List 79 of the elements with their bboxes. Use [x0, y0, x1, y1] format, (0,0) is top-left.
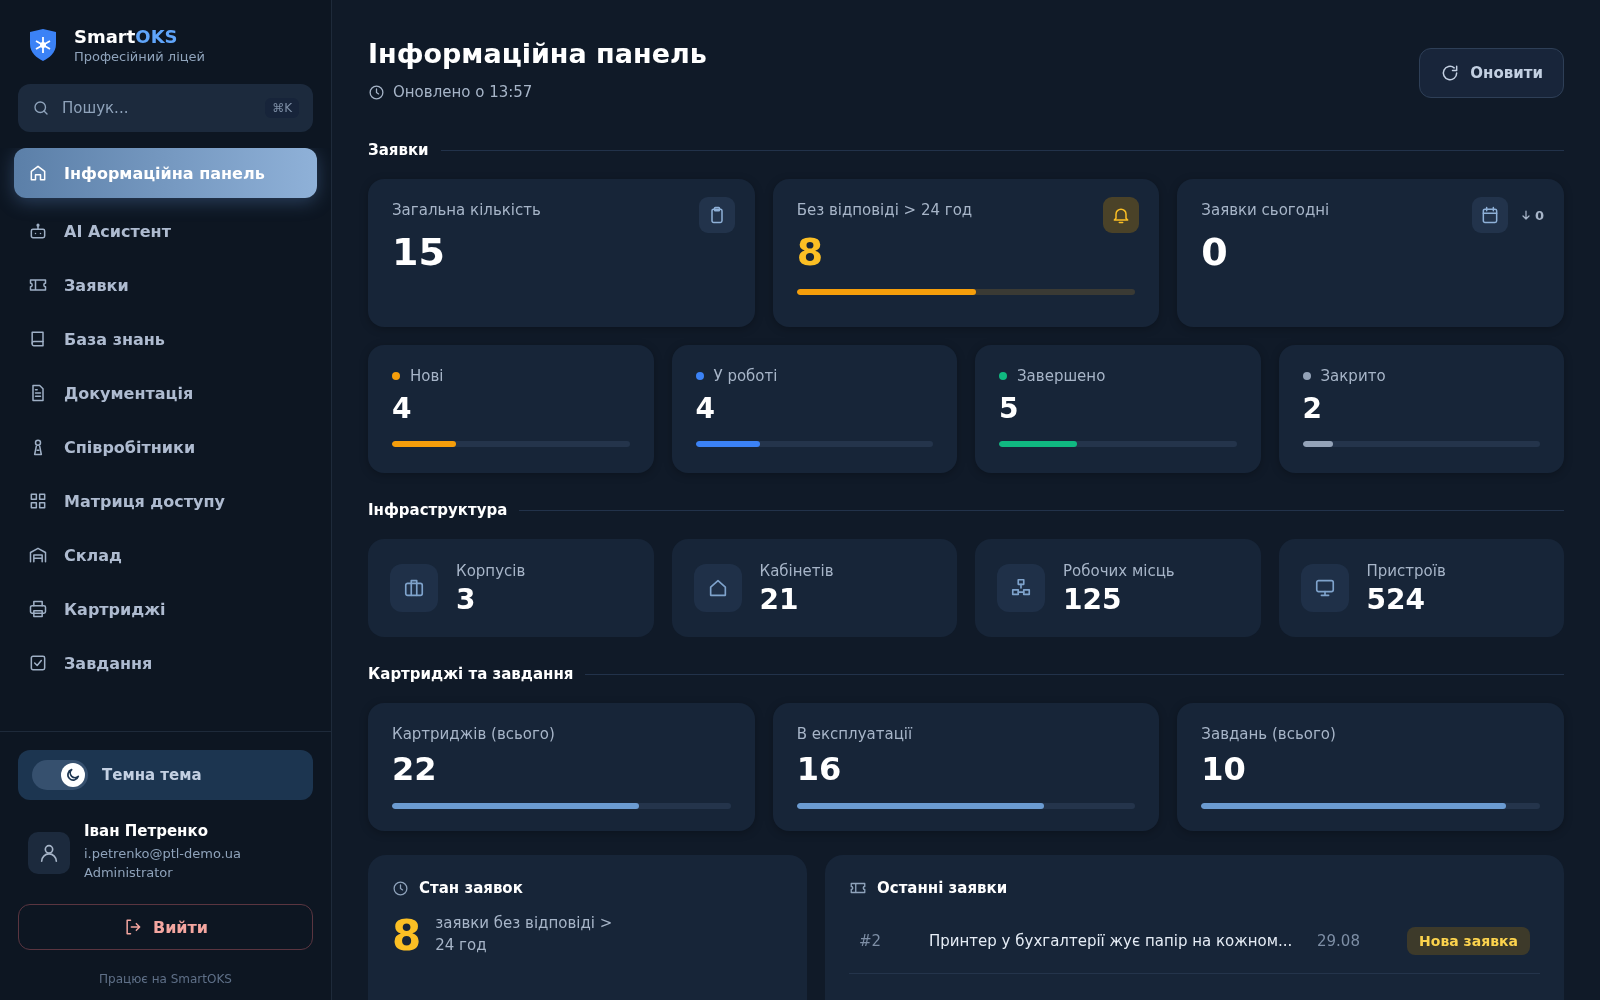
nav-item[interactable]: Заявки: [14, 260, 317, 310]
card-label: Робочих місць: [1063, 562, 1175, 580]
stat-value: 8: [392, 914, 422, 957]
clock-icon: [392, 879, 409, 897]
card-value: 5: [999, 395, 1020, 423]
card-label: Заявки сьогодні: [1201, 201, 1330, 219]
card-value: 0: [1201, 233, 1229, 271]
nav-item[interactable]: Завдання: [14, 638, 317, 688]
card-label: В експлуатації: [796, 725, 913, 743]
card-label: Кабінетів: [759, 562, 834, 580]
status-badge: Нова заявка: [1407, 927, 1530, 955]
card-value: 2: [1302, 395, 1323, 423]
updated-time: Оновлено о 13:57: [393, 83, 533, 101]
warehouse-icon: [28, 545, 48, 565]
nav-item[interactable]: Склад: [14, 530, 317, 580]
nav-item[interactable]: Документація: [14, 368, 317, 418]
grid-icon: [28, 491, 48, 511]
search-field[interactable]: Пошук...: [60, 98, 256, 118]
card-value: 8: [796, 233, 825, 271]
trend-value: 0: [1534, 207, 1544, 223]
nav-item[interactable]: База знань: [14, 314, 317, 364]
ticket-date: 29.08: [1317, 932, 1361, 950]
stat-description: заявки без відповіді > 24 год: [435, 913, 614, 956]
card-value: 3: [456, 586, 477, 614]
footer-text: Працює на SmartOKS: [98, 972, 233, 986]
card-label: У роботі: [713, 367, 778, 385]
clock-icon: [368, 83, 385, 101]
theme-toggle[interactable]: Темна тема: [18, 750, 313, 800]
card-label: Загальна кількість: [392, 201, 541, 219]
card-value: 524: [1366, 586, 1426, 614]
card-label: Закрито: [1320, 367, 1386, 385]
toggle-label: Темна тема: [102, 766, 202, 784]
card-value: 15: [392, 233, 446, 271]
panel-title: Останні заявки: [877, 879, 1008, 897]
nav-item[interactable]: Співробітники: [14, 422, 317, 472]
brand-name: SmartOKS: [74, 26, 179, 47]
printer-icon: [28, 599, 48, 619]
search-bar[interactable]: Пошук... ⌘K: [18, 84, 313, 132]
robot-icon: [28, 221, 48, 241]
card-label: Без відповіді > 24 год: [796, 201, 973, 219]
user-name: Іван Петренко: [84, 822, 209, 840]
card-label: Картриджів (всього): [392, 725, 555, 743]
nav-item[interactable]: Картриджі: [14, 584, 317, 634]
user-avatar: [28, 832, 70, 874]
user-email: i.petrenko@ptl-demo.ua: [84, 846, 242, 861]
toggle-switch[interactable]: [32, 760, 88, 790]
card-value: 4: [392, 395, 413, 423]
card-label: Завершено: [1017, 367, 1106, 385]
shortcut-hint: ⌘K: [265, 98, 299, 118]
panel-title: Стан заявок: [419, 879, 523, 897]
user-role: Administrator: [84, 865, 174, 880]
briefcase-icon: [403, 577, 425, 599]
card-value: 22: [392, 753, 438, 785]
section-title: Заявки: [368, 141, 429, 159]
search-icon: [32, 99, 50, 117]
card-label: Корпусів: [456, 562, 526, 580]
card-value: 21: [759, 586, 800, 614]
shield-logo-icon: [28, 28, 58, 62]
card-value: 4: [695, 395, 716, 423]
card-value: 10: [1201, 753, 1247, 785]
nav-item[interactable]: Матриця доступу: [14, 476, 317, 526]
page-title: Інформаційна панель: [368, 38, 707, 69]
logout-button[interactable]: Вийти: [18, 904, 313, 950]
nav-item[interactable]: AI Асистент: [14, 206, 317, 256]
checkbox-icon: [28, 653, 48, 673]
moon-icon: [65, 767, 81, 783]
ticket-title[interactable]: Принтер у бухгалтерії жує папір на кожном...: [929, 932, 1317, 950]
card-value: 125: [1063, 586, 1123, 614]
card-label: Пристроїв: [1366, 562, 1446, 580]
card-label: Завдань (всього): [1201, 725, 1336, 743]
section-title: Інфраструктура: [368, 501, 508, 519]
home-icon: [28, 163, 48, 183]
monitor-icon: [1313, 577, 1336, 599]
refresh-button[interactable]: Оновити: [1419, 48, 1564, 98]
brand-subtitle: Професійний ліцей: [74, 49, 206, 64]
ticket-id: #2: [859, 932, 883, 950]
card-label: Нові: [410, 367, 444, 385]
card-value: 16: [796, 753, 843, 785]
section-title: Картриджі та завдання: [368, 665, 574, 683]
